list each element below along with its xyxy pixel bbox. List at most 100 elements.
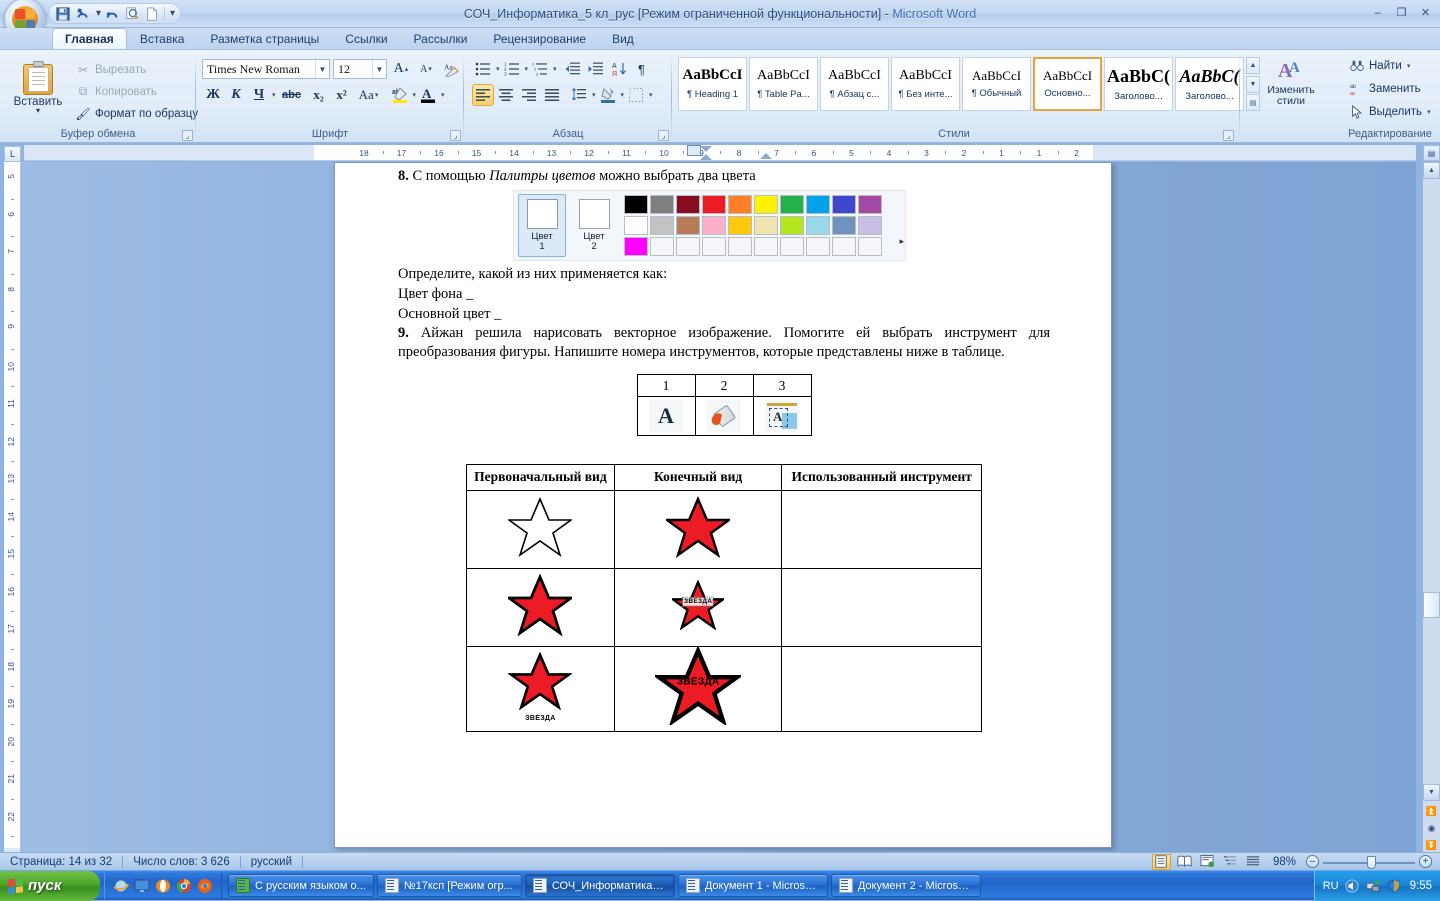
view-print-layout-button[interactable] — [1152, 854, 1171, 870]
firefox-icon[interactable] — [197, 878, 213, 894]
volume-icon[interactable] — [1345, 878, 1360, 893]
color-swatch-r3-c8[interactable] — [806, 237, 830, 256]
color-swatch-r2-c3[interactable] — [676, 216, 700, 235]
internet-explorer-icon[interactable] — [113, 878, 129, 894]
color-swatch-r1-c10[interactable] — [858, 195, 882, 214]
save-icon[interactable] — [54, 5, 72, 23]
style-body-text[interactable]: AaBbCcI Основно... — [1033, 57, 1102, 111]
font-color-dropdown-icon[interactable]: ▾ — [441, 91, 445, 99]
row3-tool-cell[interactable] — [782, 646, 982, 731]
tab-review[interactable]: Рецензирование — [480, 28, 599, 49]
color-swatch-r2-c2[interactable] — [650, 216, 674, 235]
sort-button[interactable]: AЯ — [608, 58, 630, 80]
color1-slot[interactable]: Цвет 1 — [518, 194, 566, 257]
bold-button[interactable]: Ж — [202, 84, 224, 106]
color-swatch-r1-c9[interactable] — [832, 195, 856, 214]
vertical-ruler[interactable]: 5678910111213141516171819202122 — [4, 162, 21, 852]
restore-button[interactable]: ❐ — [1391, 3, 1412, 22]
taskbar-item-17ksp[interactable]: №17ксп [Режим огр... — [377, 874, 522, 897]
tab-mailings[interactable]: Рассылки — [401, 28, 481, 49]
split-window-button[interactable]: ▤ — [1423, 145, 1440, 161]
tab-references[interactable]: Ссылки — [332, 28, 400, 49]
minimize-button[interactable]: – — [1367, 3, 1388, 22]
answer-table[interactable]: Первоначальный вид Конечный вид Использо… — [466, 464, 982, 732]
tab-home[interactable]: Главная — [52, 28, 127, 49]
find-button[interactable]: Найти ▾ — [1344, 56, 1436, 75]
paste-dropdown-icon[interactable]: ▾ — [36, 108, 40, 114]
taskbar-clock[interactable]: 9:55 — [1408, 880, 1432, 892]
color-swatch-r3-c9[interactable] — [832, 237, 856, 256]
color-swatch-r3-c1[interactable] — [624, 237, 648, 256]
align-center-button[interactable] — [495, 84, 517, 106]
color-swatch-r1-c8[interactable] — [806, 195, 830, 214]
new-document-icon[interactable] — [143, 5, 161, 23]
highlight-dropdown-icon[interactable]: ▾ — [413, 91, 417, 99]
underline-button[interactable]: Ч — [248, 84, 270, 106]
styles-scroll-up-icon[interactable]: ▲ — [1246, 57, 1260, 74]
tools-table[interactable]: 1 2 3 A — [637, 374, 812, 436]
ruler-right-indent[interactable] — [760, 153, 772, 159]
shrink-font-button[interactable]: A▾ — [415, 58, 437, 80]
numbering-button[interactable]: 123 — [501, 58, 523, 80]
start-button[interactable]: пуск — [0, 871, 100, 901]
language-indicator[interactable]: RU — [1323, 880, 1339, 892]
select-dropdown-icon[interactable]: ▾ — [1427, 108, 1431, 116]
style-no-spacing[interactable]: AaBbCcI ¶ Без инте... — [891, 57, 960, 111]
tab-view[interactable]: Вид — [599, 28, 647, 49]
change-case-button[interactable]: Aa▾ — [354, 84, 384, 106]
vertical-scrollbar[interactable]: ▲ ▼ ⏫ ◉ ⏬ — [1423, 162, 1440, 852]
style-list-paragraph[interactable]: AaBbCcI ¶ Абзац с... — [820, 57, 889, 111]
view-web-layout-button[interactable] — [1198, 854, 1217, 870]
row2-tool-cell[interactable] — [782, 568, 982, 646]
align-left-button[interactable] — [472, 84, 494, 106]
color-swatch-r3-c7[interactable] — [780, 237, 804, 256]
view-draft-button[interactable] — [1244, 854, 1263, 870]
style-heading1[interactable]: AaBbCcI ¶ Heading 1 — [678, 57, 747, 111]
scrollbar-thumb[interactable] — [1423, 592, 1440, 618]
tab-insert[interactable]: Вставка — [127, 28, 198, 49]
zoom-slider[interactable] — [1323, 854, 1415, 870]
strikethrough-button[interactable]: abc — [277, 84, 307, 106]
color-swatch-r3-c3[interactable] — [676, 237, 700, 256]
numbering-dropdown-icon[interactable]: ▾ — [525, 65, 529, 73]
text-highlight-button[interactable]: ab — [389, 84, 411, 106]
ruler-table-move-handle[interactable] — [687, 145, 701, 156]
shading-button[interactable] — [597, 84, 619, 106]
palette-more-icon[interactable]: ▸ — [899, 236, 904, 248]
justify-button[interactable] — [541, 84, 563, 106]
superscript-button[interactable]: x² — [331, 84, 353, 106]
style-heading-3[interactable]: AaBbC( Заголово... — [1175, 57, 1244, 111]
select-browse-object-icon[interactable]: ◉ — [1423, 820, 1440, 837]
line-spacing-button[interactable] — [568, 84, 590, 106]
close-button[interactable]: ✕ — [1415, 3, 1436, 22]
subscript-button[interactable]: x₂ — [308, 84, 330, 106]
redo-icon[interactable] — [103, 5, 121, 23]
previous-page-icon[interactable]: ⏫ — [1423, 803, 1440, 820]
status-word-count[interactable]: Число слов: 3 626 — [123, 853, 240, 871]
font-dialog-launcher[interactable]: ⌟ — [450, 130, 461, 141]
color-swatch-r3-c6[interactable] — [754, 237, 778, 256]
customize-qat-icon[interactable]: ▾ — [170, 8, 175, 19]
zoom-level[interactable]: 98% — [1267, 856, 1302, 868]
show-desktop-icon[interactable] — [134, 878, 150, 894]
color-swatch-r1-c5[interactable] — [728, 195, 752, 214]
increase-indent-button[interactable] — [585, 58, 607, 80]
color-swatch-r2-c1[interactable] — [624, 216, 648, 235]
zoom-in-button[interactable]: + — [1419, 855, 1432, 868]
color-swatch-r1-c3[interactable] — [676, 195, 700, 214]
document-page[interactable]: 8. С помощью Палитры цветов можно выбрат… — [334, 162, 1112, 848]
color-swatch-r1-c4[interactable] — [702, 195, 726, 214]
ruler-first-line-indent[interactable] — [700, 146, 712, 152]
styles-more-icon[interactable]: ▤ — [1246, 94, 1260, 111]
color-swatch-r2-c9[interactable] — [832, 216, 856, 235]
styles-scroll-down-icon[interactable]: ▼ — [1246, 76, 1260, 93]
taskbar-item-document1[interactable]: Документ 1 - Microso... — [678, 874, 828, 897]
underline-dropdown-icon[interactable]: ▾ — [272, 91, 276, 99]
bullets-button[interactable] — [472, 58, 494, 80]
line-spacing-dropdown-icon[interactable]: ▾ — [592, 91, 596, 99]
color-swatch-r2-c6[interactable] — [754, 216, 778, 235]
multilevel-dropdown-icon[interactable]: ▾ — [553, 65, 557, 73]
network-icon[interactable] — [1366, 878, 1381, 893]
color2-slot[interactable]: Цвет 2 — [570, 194, 618, 257]
tab-stop-selector[interactable]: L — [4, 146, 21, 162]
